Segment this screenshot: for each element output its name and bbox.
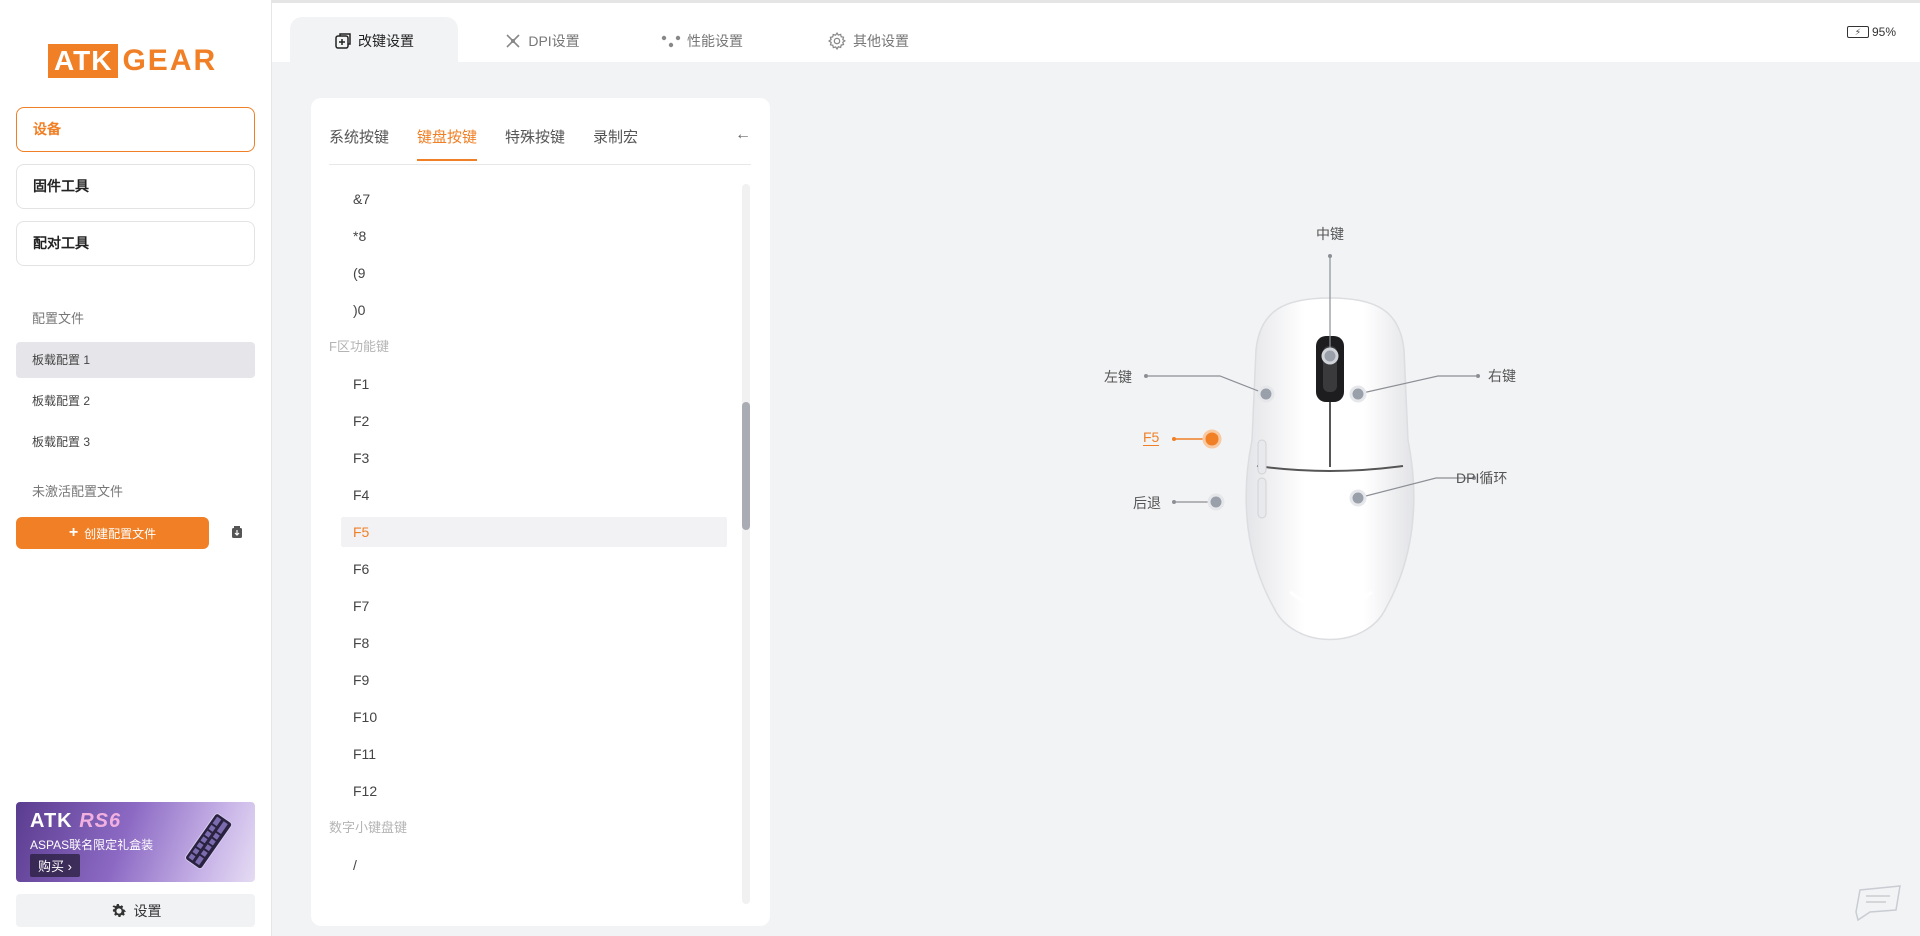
nav-device-button[interactable]: 设备 xyxy=(16,107,255,152)
logo-box: ATK xyxy=(48,44,119,78)
dpi-icon xyxy=(506,34,520,48)
back-button-hotspot[interactable] xyxy=(1207,493,1225,511)
forward-button-hotspot[interactable] xyxy=(1202,429,1222,449)
key-item[interactable]: F7 xyxy=(353,591,369,621)
forward-button-label[interactable]: F5 xyxy=(1143,429,1160,446)
key-item[interactable]: F11 xyxy=(353,739,376,769)
tab-other-label: 其他设置 xyxy=(853,33,909,49)
profiles-section-label: 配置文件 xyxy=(32,311,85,326)
inactive-profiles-label: 未激活配置文件 xyxy=(32,484,124,499)
key-item[interactable]: *8 xyxy=(353,221,366,251)
create-profile-label: 创建配置文件 xyxy=(84,526,157,541)
banner-model: RS6 xyxy=(79,810,122,832)
key-item[interactable]: F2 xyxy=(353,406,369,436)
plus-icon: + xyxy=(68,524,79,541)
promo-banner[interactable]: ATK RS6 ASPAS联名限定礼盒装 购买 › xyxy=(16,802,255,882)
key-item[interactable]: F4 xyxy=(353,480,369,510)
key-item[interactable]: F12 xyxy=(353,776,377,806)
gear-icon xyxy=(111,903,126,917)
key-item[interactable]: &7 xyxy=(353,184,370,214)
gear-icon xyxy=(827,31,846,51)
banner-title: ATK RS6 xyxy=(30,810,121,833)
watermark-icon xyxy=(1855,885,1901,922)
logo-text: GEAR xyxy=(122,44,218,77)
battery-icon: ⚡ xyxy=(1846,26,1869,38)
import-profile-icon[interactable] xyxy=(229,524,245,540)
create-profile-button[interactable]: + 创建配置文件 xyxy=(16,517,209,549)
tab-performance-label: 性能设置 xyxy=(687,33,743,49)
key-item[interactable]: / xyxy=(353,850,357,880)
battery-value: 95% xyxy=(1871,25,1896,39)
subtab-record-macro[interactable]: 录制宏 xyxy=(593,126,638,159)
battery-indicator: ⚡ 95% xyxy=(1846,25,1896,39)
middle-button-hotspot[interactable] xyxy=(1321,347,1339,365)
subtab-special-keys[interactable]: 特殊按键 xyxy=(505,126,565,159)
remap-icon xyxy=(335,33,351,49)
dpi-button-hotspot[interactable] xyxy=(1349,489,1367,507)
key-item[interactable]: F1 xyxy=(353,369,369,399)
settings-button[interactable]: 设置 xyxy=(16,894,255,927)
key-group-label: 数字小键盘键 xyxy=(329,820,408,835)
mouse-illustration xyxy=(1144,254,1480,641)
subtab-keyboard-keys[interactable]: 键盘按键 xyxy=(417,126,478,161)
tab-remap-label: 改键设置 xyxy=(358,33,414,49)
key-item[interactable]: F6 xyxy=(353,554,369,584)
key-item[interactable]: F9 xyxy=(353,665,369,695)
settings-label: 设置 xyxy=(133,902,162,919)
key-group-label: F区功能键 xyxy=(329,339,389,354)
dpi-cycle-label[interactable]: DPI循环 xyxy=(1456,468,1507,488)
left-button-hotspot[interactable] xyxy=(1257,385,1275,403)
banner-buy-button[interactable]: 购买 › xyxy=(30,854,80,877)
key-category-tabs: 系统按键 键盘按键 特殊按键 录制宏 ← xyxy=(329,98,751,165)
key-item[interactable]: (9 xyxy=(353,258,365,288)
mouse-diagram: 中键 左键 右键 F5 后退 DPI循环 xyxy=(1090,210,1570,690)
right-button-label[interactable]: 右键 xyxy=(1488,366,1516,386)
subtab-system-keys[interactable]: 系统按键 xyxy=(329,126,389,159)
key-item[interactable]: F8 xyxy=(353,628,369,658)
key-list-scrollbar[interactable] xyxy=(742,184,750,904)
tab-dpi[interactable]: DPI设置 xyxy=(472,17,612,65)
tab-dpi-label: DPI设置 xyxy=(528,33,580,49)
key-item[interactable]: F5 xyxy=(341,517,727,547)
performance-icon xyxy=(661,35,681,48)
right-button-hotspot[interactable] xyxy=(1349,385,1367,403)
profile-item-1[interactable]: 板载配置 1 xyxy=(16,342,255,378)
back-button-label[interactable]: 后退 xyxy=(1133,493,1161,513)
nav-pairing-tool-button[interactable]: 配对工具 xyxy=(16,221,255,266)
scrollbar-thumb[interactable] xyxy=(742,402,750,530)
profile-item-3[interactable]: 板载配置 3 xyxy=(16,424,255,460)
tab-remap[interactable]: 改键设置 xyxy=(290,17,458,65)
tab-other[interactable]: 其他设置 xyxy=(798,17,938,65)
key-item[interactable]: F10 xyxy=(353,702,377,732)
key-item[interactable]: )0 xyxy=(353,295,365,325)
atk-gear-logo: ATK GEAR xyxy=(48,44,217,78)
key-item[interactable]: F3 xyxy=(353,443,369,473)
nav-firmware-tool-button[interactable]: 固件工具 xyxy=(16,164,255,209)
top-tab-bar: 改键设置 DPI设置 性能设置 其他设置 ⚡ 95% xyxy=(272,0,1920,65)
keyboard-product-image xyxy=(185,813,233,870)
back-arrow-icon[interactable]: ← xyxy=(735,126,751,144)
banner-subtitle: ASPAS联名限定礼盒装 xyxy=(30,838,154,852)
sidebar: ATK GEAR 设备 固件工具 配对工具 配置文件 板载配置 1 板载配置 2… xyxy=(0,0,272,936)
key-selection-panel: 系统按键 键盘按键 特殊按键 录制宏 ← &7 *8 (9 )0 F区功能键 F1 F2 F3… xyxy=(311,98,770,926)
tab-performance[interactable]: 性能设置 xyxy=(632,17,772,65)
middle-button-label[interactable]: 中键 xyxy=(1294,224,1366,244)
profile-item-2[interactable]: 板载配置 2 xyxy=(16,383,255,419)
banner-brand: ATK xyxy=(30,810,73,832)
left-button-label[interactable]: 左键 xyxy=(1104,367,1132,387)
